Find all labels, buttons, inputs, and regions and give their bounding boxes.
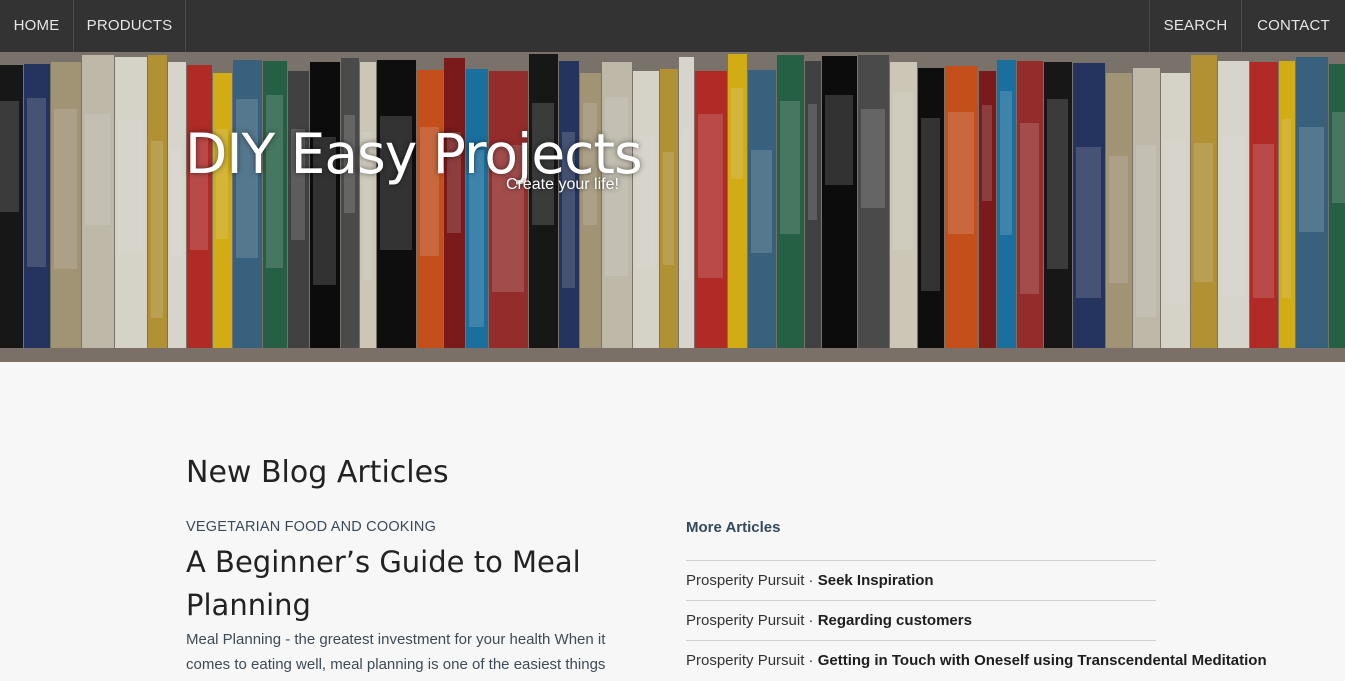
article-source: Prosperity Pursuit <box>686 612 805 629</box>
article-source: Prosperity Pursuit <box>686 572 805 589</box>
hero-banner: DIY Easy Projects Create your life! <box>0 52 1345 362</box>
more-articles-heading: More Articles <box>686 519 781 536</box>
separator-dot: · <box>808 612 814 629</box>
nav-products-link[interactable]: PRODUCTS <box>74 0 186 52</box>
bookshelf-image <box>0 52 1345 362</box>
nav-search-link[interactable]: SEARCH <box>1149 0 1241 52</box>
nav-home-link[interactable]: HOME <box>0 0 74 52</box>
article-link[interactable]: Seek Inspiration <box>818 572 934 589</box>
featured-article-excerpt: Meal Planning - the greatest investment … <box>186 631 606 673</box>
site-tagline: Create your life! <box>506 176 619 193</box>
more-articles-list: Prosperity Pursuit · Seek Inspiration Pr… <box>686 560 1267 680</box>
top-nav: HOME PRODUCTS SEARCH CONTACT <box>0 0 1345 52</box>
article-source: Prosperity Pursuit <box>686 652 805 669</box>
separator-dot: · <box>808 652 814 669</box>
featured-article-title[interactable]: A Beginner’s Guide to Meal Planning <box>186 541 656 627</box>
more-article-item[interactable]: Prosperity Pursuit · Seek Inspiration <box>686 560 1156 600</box>
article-link[interactable]: Getting in Touch with Oneself using Tran… <box>818 652 1267 669</box>
article-link[interactable]: Regarding customers <box>818 612 972 629</box>
more-article-item[interactable]: Prosperity Pursuit · Getting in Touch wi… <box>686 640 1267 680</box>
blog-section-heading: New Blog Articles <box>186 455 449 490</box>
article-category-link[interactable]: VEGETARIAN FOOD AND COOKING <box>186 519 436 535</box>
separator-dot: · <box>808 572 814 589</box>
nav-contact-link[interactable]: CONTACT <box>1241 0 1345 52</box>
more-article-item[interactable]: Prosperity Pursuit · Regarding customers <box>686 600 1156 640</box>
